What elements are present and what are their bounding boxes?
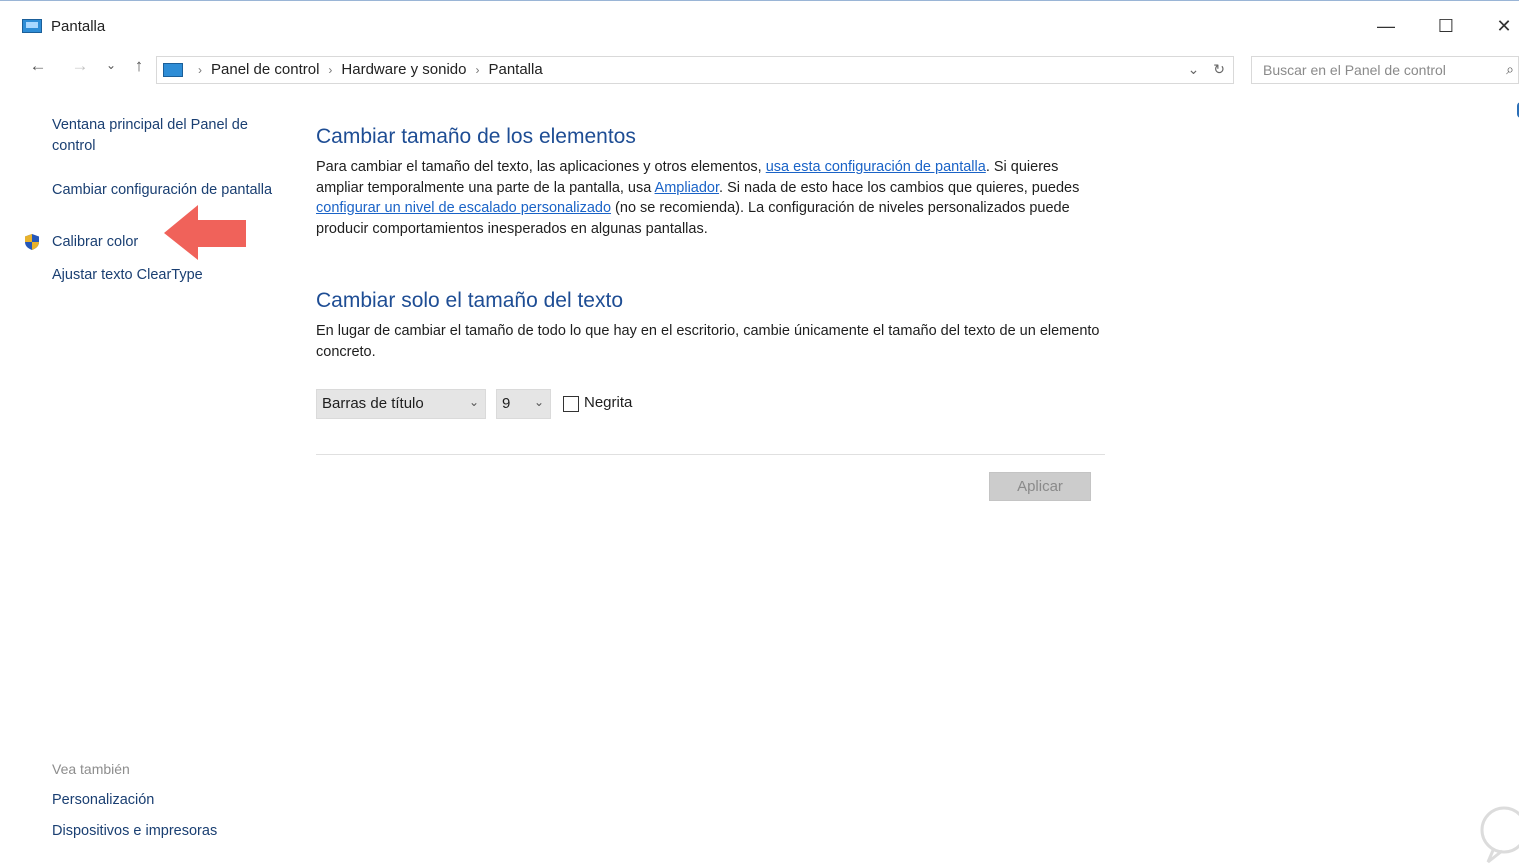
up-arrow-icon[interactable]: ↑ — [126, 56, 152, 76]
breadcrumb-separator-icon: › — [475, 63, 480, 77]
section1-description: Para cambiar el tamaño del texto, las ap… — [316, 157, 1106, 239]
address-tools: ⌄ ↻ — [1188, 61, 1225, 78]
link-escalado-personalizado[interactable]: configurar un nivel de escalado personal… — [316, 200, 611, 216]
window-title: Pantalla — [51, 18, 106, 35]
breadcrumb-hardware-y-sonido[interactable]: Hardware y sonido — [341, 61, 466, 78]
address-dropdown-chevron-icon[interactable]: ⌄ — [1188, 61, 1200, 77]
element-select-value: Barras de título — [322, 395, 424, 412]
link-ampliador[interactable]: Ampliador — [655, 180, 719, 196]
bold-checkbox-label[interactable]: Negrita — [584, 394, 632, 411]
section1-text: . Si nada de esto hace los cambios que q… — [719, 179, 1080, 196]
forward-arrow-icon[interactable]: → — [67, 56, 93, 76]
left-task-pane: Ventana principal del Panel de control C… — [0, 88, 290, 865]
see-also-title: Vea también — [52, 761, 130, 777]
search-field[interactable]: Buscar en el Panel de control ⌕ — [1251, 56, 1519, 84]
bold-checkbox[interactable] — [563, 396, 579, 412]
title-bar: Pantalla — ☐ ✕ — [0, 0, 1519, 52]
link-personalizacion[interactable]: Personalización — [52, 790, 282, 811]
link-cambiar-configuracion[interactable]: Cambiar configuración de pantalla — [52, 180, 282, 201]
breadcrumb-pantalla[interactable]: Pantalla — [488, 61, 542, 78]
search-icon[interactable]: ⌕ — [1506, 61, 1514, 78]
minimize-button[interactable]: — — [1366, 13, 1406, 39]
chevron-down-icon: ⌄ — [468, 395, 479, 409]
section2-description: En lugar de cambiar el tamaño de todo lo… — [316, 323, 1100, 360]
search-placeholder: Buscar en el Panel de control — [1263, 62, 1446, 78]
address-field[interactable]: › Panel de control › Hardware y sonido › Pant… — [156, 56, 1234, 84]
maximize-button[interactable]: ☐ — [1426, 13, 1466, 39]
back-arrow-icon[interactable]: ← — [25, 56, 51, 76]
section1-text: Para cambiar el tamaño del texto, las ap… — [316, 159, 766, 175]
section-title-cambiar-tamano-texto: Cambiar solo el tamaño del texto — [316, 289, 623, 312]
section-title-cambiar-tamano-elementos: Cambiar tamaño de los elementos — [316, 125, 636, 148]
display-app-icon — [22, 19, 42, 33]
chevron-down-icon: ⌄ — [533, 395, 544, 409]
link-dispositivos-impresoras[interactable]: Dispositivos e impresoras — [52, 821, 282, 842]
breadcrumb: › Panel de control › Hardware y sonido › Pant… — [189, 61, 543, 78]
annotation-arrow-icon — [164, 205, 246, 260]
apply-button[interactable]: Aplicar — [989, 472, 1091, 501]
refresh-icon[interactable]: ↻ — [1213, 61, 1225, 77]
link-panel-principal[interactable]: Ventana principal del Panel de control — [52, 115, 282, 157]
watermark-logo-icon — [1480, 806, 1519, 864]
divider — [316, 454, 1105, 455]
breadcrumb-panel-de-control[interactable]: Panel de control — [211, 61, 319, 78]
breadcrumb-separator-icon: › — [328, 63, 333, 77]
font-size-select-value: 9 — [502, 395, 511, 412]
link-configuracion-pantalla[interactable]: usa esta configuración de pantalla — [766, 159, 986, 175]
recent-locations-chevron-icon[interactable]: ⌄ — [98, 58, 124, 72]
link-ajustar-cleartype[interactable]: Ajustar texto ClearType — [52, 265, 282, 286]
breadcrumb-separator-icon: › — [198, 63, 202, 77]
uac-shield-icon — [25, 234, 39, 250]
element-select[interactable]: Barras de título ⌄ — [316, 389, 486, 419]
close-button[interactable]: ✕ — [1484, 13, 1519, 39]
control-panel-icon — [163, 63, 183, 77]
font-size-select[interactable]: 9 ⌄ — [496, 389, 551, 419]
